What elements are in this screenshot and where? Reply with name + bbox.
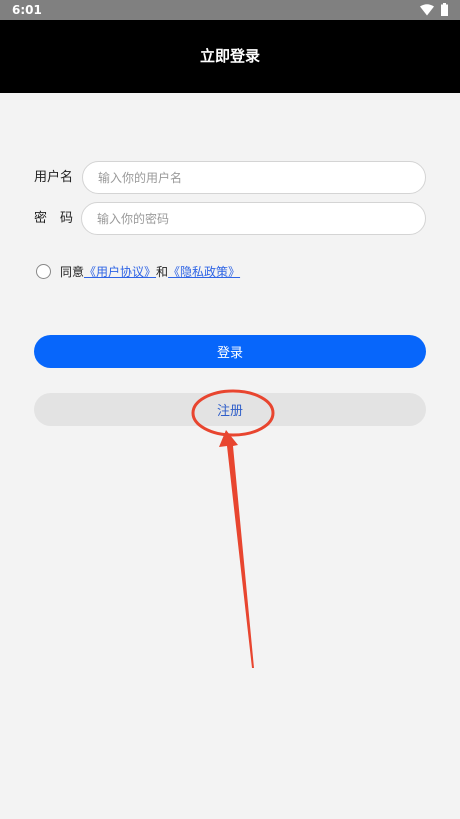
agreement-conjunction: 和 (156, 265, 169, 279)
annotation-arrow (219, 430, 254, 668)
page-title: 立即登录 (199, 47, 260, 65)
status-bar: 6:01 (0, 0, 460, 20)
username-input[interactable] (82, 161, 426, 194)
user-agreement-link[interactable]: 《用户协议》 (84, 265, 156, 279)
status-time: 6:01 (12, 3, 42, 17)
wifi-icon (420, 4, 434, 16)
username-label: 用户名 (34, 170, 74, 185)
agreement-prefix: 同意 (60, 265, 85, 279)
password-label: 密 码 (34, 211, 74, 226)
agreement-checkbox[interactable] (36, 264, 51, 279)
login-button[interactable]: 登录 (34, 335, 426, 368)
title-bar: 立即登录 (0, 20, 460, 93)
agreement-text: 同意《用户协议》和《隐私政策》 (60, 263, 240, 281)
privacy-policy-link[interactable]: 《隐私政策》 (168, 265, 240, 279)
password-input[interactable] (81, 202, 426, 235)
battery-icon (441, 3, 448, 16)
register-button[interactable]: 注册 (34, 393, 426, 426)
